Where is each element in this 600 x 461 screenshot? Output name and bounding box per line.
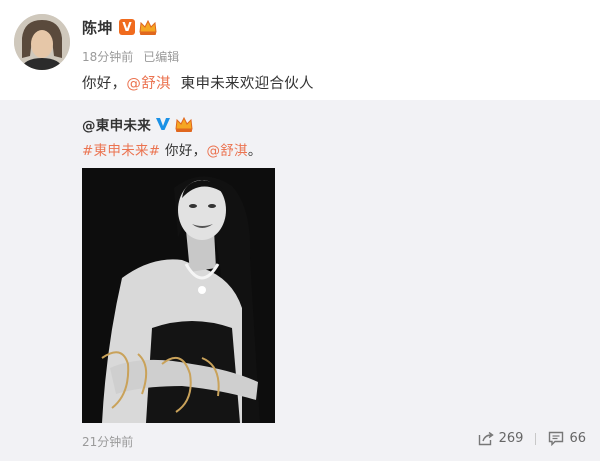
share-count: 269 (498, 431, 524, 446)
share-button[interactable]: 269 (478, 431, 524, 446)
post-text-suffix: 東申未来欢迎合伙人 (180, 76, 314, 92)
comment-button[interactable]: 66 (548, 431, 586, 446)
post-header: 陈坤 V 18分钟前 已编辑 你好，@舒淇 東申未来欢迎合伙人 (0, 0, 600, 100)
repost-time[interactable]: 21分钟前 (82, 433, 133, 450)
share-icon (478, 431, 494, 446)
original-text-end: 。 (247, 143, 262, 159)
mention-link[interactable]: @舒淇 (126, 76, 170, 92)
crown-icon (139, 19, 157, 35)
author-name[interactable]: 陈坤 (82, 17, 113, 38)
repost-card: @東申未来 #東申未来# 你好，@舒淇。 21分钟前 269 66 (0, 100, 600, 461)
action-divider (535, 432, 537, 445)
original-author-name[interactable]: @東申未来 (82, 114, 151, 134)
post-text-prefix: 你好， (82, 76, 127, 92)
post-text: 你好，@舒淇 東申未来欢迎合伙人 (82, 72, 314, 93)
comment-icon (549, 431, 564, 446)
post-time[interactable]: 18分钟前 (82, 48, 133, 65)
original-text: #東申未来# 你好，@舒淇。 (82, 139, 262, 159)
edited-label[interactable]: 已编辑 (143, 48, 179, 65)
vip-badge: V (119, 19, 136, 35)
post-meta: 18分钟前 已编辑 (82, 48, 179, 65)
crown-icon (175, 116, 193, 132)
original-author-row: @東申未来 (82, 114, 194, 134)
comment-count: 66 (569, 431, 586, 446)
hashtag-link[interactable]: #東申未来# (82, 143, 160, 159)
original-text-mid: 你好， (160, 143, 207, 159)
avatar[interactable] (14, 14, 70, 70)
post-photo[interactable] (82, 168, 275, 423)
original-mention-link[interactable]: @舒淇 (206, 143, 247, 159)
repost-actions: 269 66 (478, 431, 586, 446)
author-row: 陈坤 V (82, 16, 158, 38)
verified-icon (156, 118, 170, 130)
